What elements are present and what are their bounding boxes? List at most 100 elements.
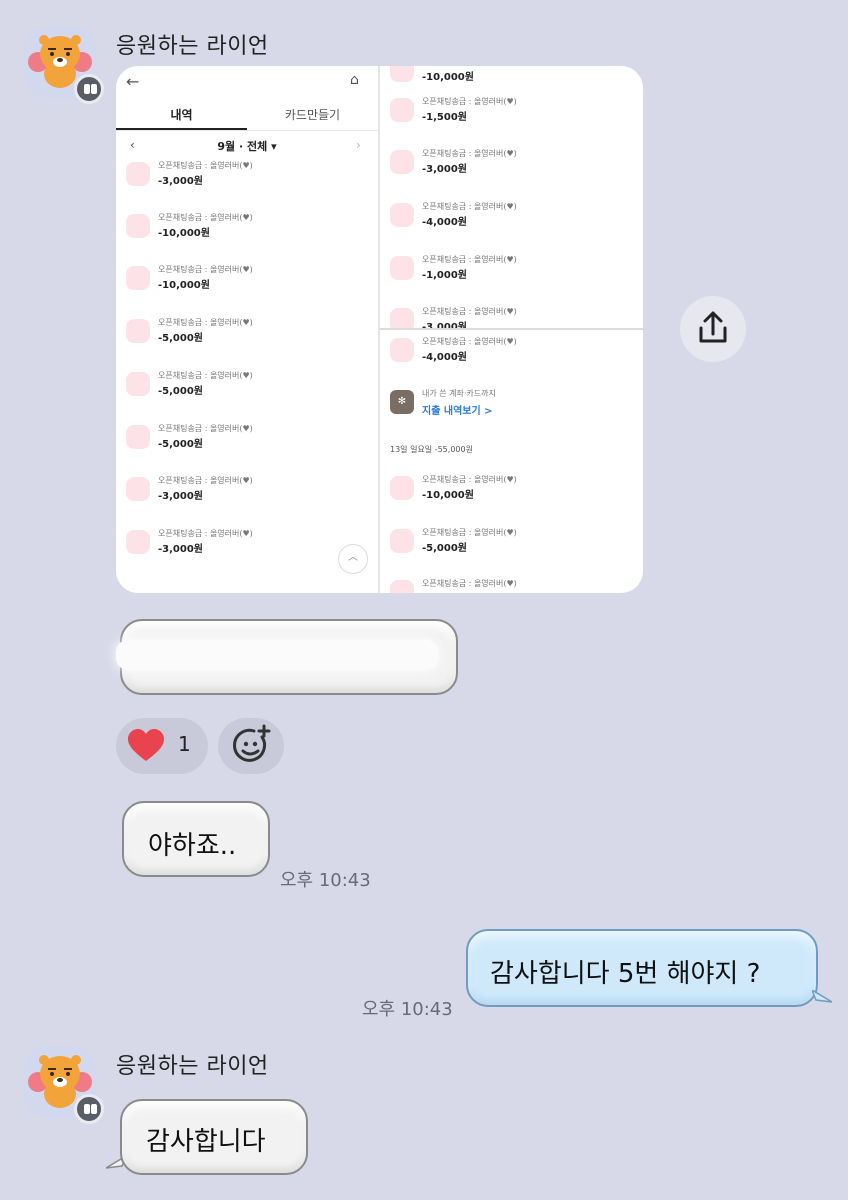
redaction-overlay <box>116 640 438 670</box>
transaction-desc: 오픈채팅송금 : 올영러버(♥) <box>422 337 517 346</box>
shared-image[interactable]: ← ⌂ 내역 카드만들기 ‹ 9월 · 전체 ▾ › 오픈채팅송금 : 올영러버… <box>116 66 643 593</box>
add-emoji-icon <box>233 724 271 762</box>
transaction-desc: 오픈채팅송금 : 올영러버(♥) <box>158 529 253 538</box>
transaction-desc: 오픈채팅송금 : 올영러버(♥) <box>422 149 517 158</box>
transaction-desc: 오픈채팅송금 : 올영러버(♥) <box>422 202 517 211</box>
transaction-amount: -1,000원 <box>422 270 467 281</box>
outgoing-message-bubble[interactable]: 감사합니다 5번 해야지 ? <box>466 929 818 1007</box>
sender-avatar[interactable] <box>24 1046 104 1124</box>
tab-history: 내역 <box>170 108 193 122</box>
transaction-icon <box>390 529 414 553</box>
transaction-row: 오픈채팅송금 : 올영러버(♥) -5,000원 <box>116 366 378 406</box>
transaction-row: 오픈채팅송금 : 올영러버(♥) -10,000원 <box>116 208 378 248</box>
reaction-count: 1 <box>178 732 191 756</box>
transaction-desc: 오픈채팅송금 : 올영러버(♥) <box>422 97 517 106</box>
transaction-row: 오픈채팅송금 : 올영러버(♥) -4,000원 <box>380 197 642 237</box>
promo-link: 지출 내역보기 > <box>422 406 493 417</box>
profile-badge-icon <box>74 74 104 104</box>
transaction-icon <box>390 476 414 500</box>
transaction-desc: 오픈채팅송금 : 올영러버(♥) <box>158 371 253 380</box>
profile-badge-icon <box>74 1094 104 1124</box>
back-arrow-icon: ← <box>126 72 140 91</box>
transaction-icon <box>390 66 414 82</box>
message-timestamp: 오후 10:43 <box>362 999 453 1020</box>
transaction-row: -10,000원 <box>380 66 642 92</box>
sender-name: 응원하는 라이언 <box>116 1054 269 1079</box>
transaction-amount: -5,000원 <box>158 439 203 450</box>
share-upload-icon <box>699 311 727 343</box>
transaction-icon <box>126 319 150 343</box>
transaction-icon <box>390 203 414 227</box>
screenshot-left-column: ← ⌂ 내역 카드만들기 ‹ 9월 · 전체 ▾ › 오픈채팅송금 : 올영러버… <box>116 66 378 593</box>
transaction-amount: -3,000원 <box>158 544 203 555</box>
heart-icon <box>128 729 164 761</box>
transaction-amount: -1,500원 <box>422 112 467 123</box>
bubble-tail-icon <box>812 990 832 1003</box>
transaction-desc: 오픈채팅송금 : 올영러버(♥) <box>422 528 517 537</box>
transaction-desc: 오픈채팅송금 : 올영러버(♥) <box>158 161 253 170</box>
transaction-desc: 오픈채팅송금 : 올영러버(♥) <box>158 476 253 485</box>
transaction-desc: 오픈채팅송금 : 올영러버(♥) <box>158 424 253 433</box>
incoming-message-bubble[interactable]: 감사합니다 <box>120 1099 308 1175</box>
tab-make-card: 카드만들기 <box>284 108 341 122</box>
sender-name: 응원하는 라이언 <box>116 34 269 59</box>
transaction-icon <box>390 338 414 362</box>
transaction-icon <box>126 425 150 449</box>
transaction-amount: -10,000원 <box>158 280 210 291</box>
home-icon: ⌂ <box>350 72 359 88</box>
message-timestamp: 오후 10:43 <box>280 870 371 891</box>
transaction-amount: -4,000원 <box>422 217 467 228</box>
transaction-icon <box>390 150 414 174</box>
transaction-row: 오픈채팅송금 : 올영러버(♥) <box>380 574 642 593</box>
screenshot-seam <box>380 328 643 330</box>
transaction-row: 오픈채팅송금 : 올영러버(♥) -3,000원 <box>380 144 642 184</box>
sender-avatar[interactable] <box>24 26 104 104</box>
transaction-icon <box>390 256 414 280</box>
transaction-amount: -10,000원 <box>422 72 474 83</box>
transaction-amount: -3,000원 <box>158 491 203 502</box>
transaction-row: 오픈채팅송금 : 올영러버(♥) -1,500원 <box>380 92 642 132</box>
chevron-right-icon: › <box>356 138 361 152</box>
transaction-amount: -5,000원 <box>158 333 203 344</box>
transaction-row: 오픈채팅송금 : 올영러버(♥) -5,000원 <box>116 313 378 353</box>
transaction-amount: -10,000원 <box>422 490 474 501</box>
transaction-icon <box>126 530 150 554</box>
transaction-amount: -3,000원 <box>422 322 467 328</box>
transaction-row: 오픈채팅송금 : 올영러버(♥) -5,000원 <box>116 419 378 459</box>
transaction-row: 오픈채팅송금 : 올영러버(♥) -4,000원 <box>380 332 642 372</box>
transaction-row: 오픈채팅송금 : 올영러버(♥) -3,000원 <box>116 156 378 196</box>
message-text: 감사합니다 <box>146 1127 266 1157</box>
transaction-desc: 오픈채팅송금 : 올영러버(♥) <box>422 255 517 264</box>
incoming-message-bubble[interactable]: 야하죠.. <box>122 801 270 877</box>
transaction-amount: -4,000원 <box>422 352 467 363</box>
transaction-row: 오픈채팅송금 : 올영러버(♥) -5,000원 <box>380 523 642 563</box>
transaction-icon <box>126 214 150 238</box>
transaction-desc: 오픈채팅송금 : 올영러버(♥) <box>422 475 517 484</box>
share-button[interactable] <box>680 296 746 362</box>
spending-icon: ✻ <box>390 390 414 414</box>
transaction-row: 오픈채팅송금 : 올영러버(♥) -3,000원 <box>116 471 378 511</box>
add-reaction-button[interactable] <box>218 718 284 774</box>
transaction-icon <box>126 266 150 290</box>
transaction-amount: -10,000원 <box>158 228 210 239</box>
transaction-row: 오픈채팅송금 : 올영러버(♥) -10,000원 <box>116 260 378 300</box>
transaction-icon <box>390 308 414 328</box>
heart-reaction[interactable]: 1 <box>116 718 208 774</box>
transaction-row: 오픈채팅송금 : 올영러버(♥) -3,000원 <box>380 302 642 328</box>
transaction-row: 오픈채팅송금 : 올영러버(♥) -1,000원 <box>380 250 642 290</box>
message-text: 야하죠.. <box>148 831 237 861</box>
message-text: 감사합니다 5번 해야지 ? <box>490 959 761 989</box>
transaction-amount: -3,000원 <box>422 164 467 175</box>
transaction-desc: 오픈채팅송금 : 올영러버(♥) <box>158 213 253 222</box>
transaction-icon <box>390 580 414 593</box>
transaction-desc: 오픈채팅송금 : 올영러버(♥) <box>422 579 517 588</box>
transaction-desc: 오픈채팅송금 : 올영러버(♥) <box>158 318 253 327</box>
transaction-amount: -5,000원 <box>422 543 467 554</box>
transaction-desc: 오픈채팅송금 : 올영러버(♥) <box>422 307 517 316</box>
scroll-top-icon: ︿ <box>338 544 368 574</box>
transaction-amount: -3,000원 <box>158 176 203 187</box>
transaction-icon <box>126 477 150 501</box>
tab-divider <box>116 130 378 131</box>
transaction-icon <box>390 98 414 122</box>
transaction-row: 오픈채팅송금 : 올영러버(♥) -10,000원 <box>380 470 642 510</box>
